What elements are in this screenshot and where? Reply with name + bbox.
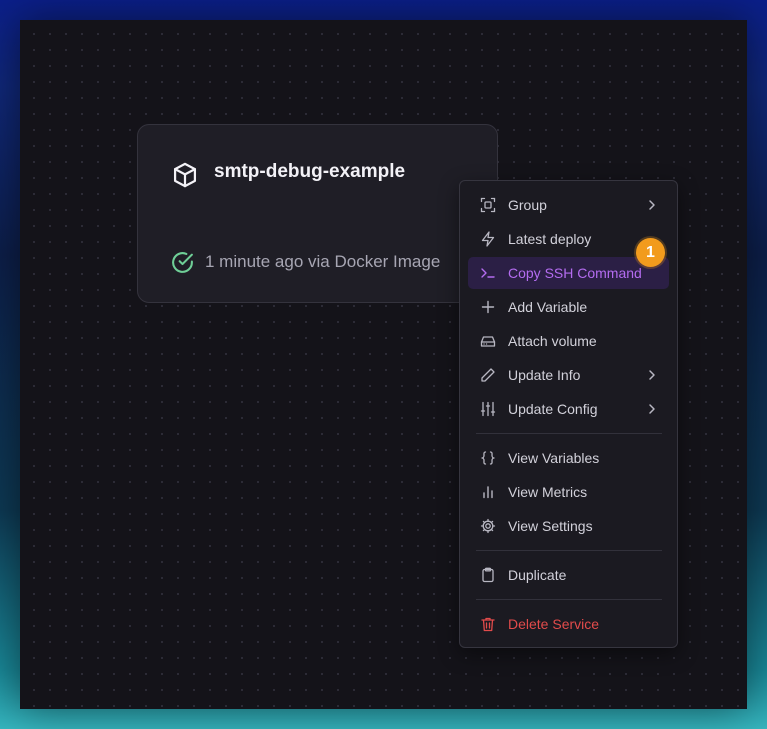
menu-item-attach-volume[interactable]: Attach volume bbox=[468, 325, 669, 357]
menu-divider bbox=[476, 433, 662, 434]
menu-item-view-metrics[interactable]: View Metrics bbox=[468, 476, 669, 508]
menu-item-group[interactable]: Group bbox=[468, 189, 669, 221]
step-badge: 1 bbox=[636, 238, 665, 267]
menu-item-duplicate[interactable]: Duplicate bbox=[468, 559, 669, 591]
menu-divider bbox=[476, 599, 662, 600]
menu-item-label: Update Config bbox=[508, 401, 598, 417]
clipboard-icon bbox=[482, 567, 494, 583]
pencil-icon bbox=[481, 368, 495, 382]
chevron-right-icon bbox=[649, 200, 655, 210]
sliders-icon bbox=[480, 401, 496, 417]
menu-item-label: Duplicate bbox=[508, 567, 567, 583]
menu-item-label: View Settings bbox=[508, 518, 593, 534]
menu-item-label: Copy SSH Command bbox=[508, 265, 642, 281]
menu-item-update-config[interactable]: Update Config bbox=[468, 393, 669, 425]
trash-icon bbox=[481, 617, 495, 632]
check-circle-icon bbox=[172, 252, 193, 273]
group-icon bbox=[480, 197, 496, 213]
terminal-icon bbox=[481, 268, 495, 278]
menu-item-label: Attach volume bbox=[508, 333, 597, 349]
menu-item-label: Delete Service bbox=[508, 616, 600, 632]
bar-chart-icon bbox=[483, 486, 493, 499]
plus-icon bbox=[481, 300, 495, 314]
deploy-status-text: 1 minute ago via Docker Image bbox=[205, 252, 441, 271]
menu-item-view-variables[interactable]: View Variables bbox=[468, 442, 669, 474]
chevron-right-icon bbox=[649, 404, 655, 414]
menu-item-label: View Metrics bbox=[508, 484, 588, 500]
menu-item-label: Add Variable bbox=[508, 299, 588, 315]
hard-drive-icon bbox=[480, 336, 496, 347]
menu-item-delete-service[interactable]: Delete Service bbox=[468, 608, 669, 640]
menu-item-label: Latest deploy bbox=[508, 231, 592, 247]
chevron-right-icon bbox=[649, 370, 655, 380]
gear-icon bbox=[480, 518, 496, 534]
service-card[interactable]: smtp-debug-example 1 minute ago via Dock… bbox=[137, 124, 498, 303]
menu-item-label: View Variables bbox=[508, 450, 600, 466]
lightning-icon bbox=[481, 231, 495, 247]
menu-item-view-settings[interactable]: View Settings bbox=[468, 510, 669, 542]
menu-item-update-info[interactable]: Update Info bbox=[468, 359, 669, 391]
service-name: smtp-debug-example bbox=[214, 161, 406, 182]
braces-icon bbox=[481, 451, 495, 465]
cube-icon bbox=[173, 162, 197, 188]
project-canvas[interactable]: smtp-debug-example 1 minute ago via Dock… bbox=[20, 20, 747, 709]
menu-divider bbox=[476, 550, 662, 551]
menu-item-add-variable[interactable]: Add Variable bbox=[468, 291, 669, 323]
menu-item-label: Update Info bbox=[508, 367, 581, 383]
menu-item-label: Group bbox=[508, 197, 547, 213]
